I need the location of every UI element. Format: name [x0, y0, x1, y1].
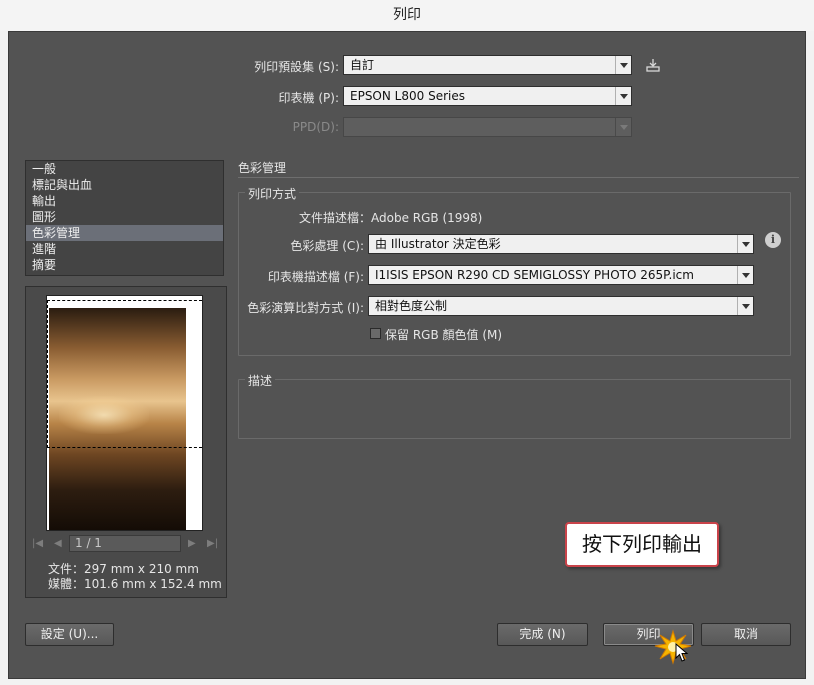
nav-item-graphics[interactable]: 圖形	[26, 209, 223, 225]
color-handling-value: 由 Illustrator 決定色彩	[375, 237, 501, 251]
window-title: 列印	[0, 0, 814, 31]
color-handling-select[interactable]: 由 Illustrator 決定色彩	[368, 234, 754, 254]
rendering-intent-value: 相對色度公制	[375, 299, 448, 313]
printer-label: 印表機 (P):	[278, 91, 339, 105]
chevron-down-icon	[737, 266, 753, 284]
nav-item-color-management[interactable]: 色彩管理	[26, 225, 223, 241]
last-page-icon[interactable]: ▶|	[207, 538, 218, 549]
section-title: 色彩管理	[238, 161, 287, 175]
preset-value: 自訂	[350, 58, 375, 72]
preview-page[interactable]	[46, 295, 203, 531]
page-number-field[interactable]: 1 / 1	[69, 535, 181, 552]
printer-profile-select[interactable]: I1ISIS EPSON R290 CD SEMIGLOSSY PHOTO 26…	[368, 265, 754, 285]
printer-select[interactable]: EPSON L800 Series	[343, 86, 632, 106]
ppd-select	[343, 117, 632, 137]
media-size: 媒體：101.6 mm x 152.4 mm	[48, 577, 222, 591]
preset-label: 列印預設集 (S):	[254, 60, 339, 74]
section-divider	[238, 177, 799, 178]
chevron-down-icon	[615, 87, 631, 105]
printer-profile-label: 印表機描述檔 (F):	[267, 270, 364, 284]
imageable-area-outline	[47, 300, 202, 448]
done-button[interactable]: 完成 (N)	[497, 623, 588, 646]
print-method-legend: 列印方式	[245, 185, 300, 202]
rendering-intent-label: 色彩演算比對方式 (I):	[247, 301, 364, 315]
chevron-down-icon	[615, 118, 631, 136]
category-list[interactable]: 一般 標記與出血 輸出 圖形 色彩管理 進階 摘要	[25, 160, 224, 276]
setup-button[interactable]: 設定 (U)...	[25, 623, 114, 646]
chevron-down-icon	[615, 56, 631, 74]
description-group	[238, 379, 791, 439]
nav-item-marks-bleed[interactable]: 標記與出血	[26, 177, 223, 193]
preset-select[interactable]: 自訂	[343, 55, 632, 75]
nav-item-advanced[interactable]: 進階	[26, 241, 223, 257]
printer-value: EPSON L800 Series	[350, 89, 465, 103]
nav-item-output[interactable]: 輸出	[26, 193, 223, 209]
ppd-label: PPD(D):	[292, 120, 339, 134]
next-page-icon[interactable]: ▶	[188, 538, 196, 549]
preserve-rgb-label: 保留 RGB 顏色值 (M)	[385, 328, 503, 342]
document-profile: 文件描述檔：Adobe RGB (1998)	[299, 211, 483, 225]
color-handling-label: 色彩處理 (C):	[290, 239, 364, 253]
save-preset-icon[interactable]	[645, 57, 661, 73]
rendering-intent-select[interactable]: 相對色度公制	[368, 296, 754, 316]
chevron-down-icon	[737, 235, 753, 253]
print-preview-panel: |◀ ◀ 1 / 1 ▶ ▶| 文件：297 mm x 210 mm 媒體：10…	[25, 286, 227, 598]
cancel-button[interactable]: 取消	[701, 623, 791, 646]
description-legend: 描述	[245, 372, 276, 389]
cursor-icon	[675, 642, 689, 663]
printer-profile-value: I1ISIS EPSON R290 CD SEMIGLOSSY PHOTO 26…	[375, 268, 694, 282]
first-page-icon[interactable]: |◀	[32, 538, 43, 549]
info-icon[interactable]: i	[765, 232, 781, 248]
prev-page-icon[interactable]: ◀	[54, 538, 62, 549]
print-dialog: 列印預設集 (S): 自訂 印表機 (P): EPSON L800 Series…	[8, 31, 806, 679]
chevron-down-icon	[737, 297, 753, 315]
preserve-rgb-checkbox[interactable]	[370, 328, 381, 339]
tutorial-callout: 按下列印輸出	[565, 522, 719, 567]
nav-item-general[interactable]: 一般	[26, 161, 223, 177]
